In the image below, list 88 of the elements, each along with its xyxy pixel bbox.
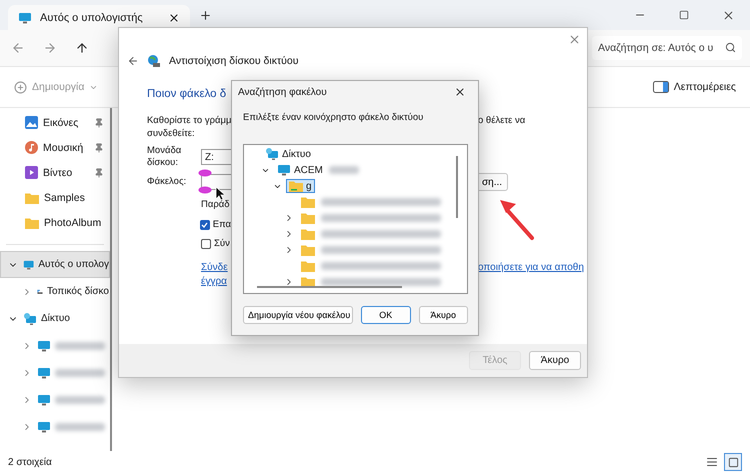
video-icon <box>25 166 38 179</box>
checkbox-label: Σύν <box>214 238 230 249</box>
checkbox-label: Επα <box>212 219 231 230</box>
folder-icon <box>25 192 39 204</box>
back-icon[interactable] <box>11 41 25 55</box>
folder-icon <box>301 228 315 240</box>
redacted-text <box>55 342 105 350</box>
new-folder-button[interactable]: Δημιουργία νέου φακέλου <box>243 306 353 324</box>
search-icon <box>725 42 736 53</box>
redacted-text <box>328 166 359 174</box>
search-field[interactable]: Αναζήτηση σε: Αυτός ο υ <box>592 36 742 60</box>
plus-icon[interactable] <box>198 8 212 22</box>
redacted-text <box>55 422 105 430</box>
network-drive-icon <box>147 54 161 68</box>
sidebar-item-label: Τοπικός δίσκο <box>47 286 109 297</box>
computer-icon <box>37 420 51 434</box>
link[interactable]: Σύνδε <box>201 262 228 273</box>
computer-icon <box>277 163 291 177</box>
sidebar-item-label: Δίκτυο <box>41 313 70 324</box>
computer-icon <box>37 366 51 380</box>
plus-icon <box>14 80 27 94</box>
link[interactable]: οποιήσετε για να αποθη <box>478 262 584 273</box>
pin-icon <box>94 142 104 152</box>
dialog-heading: Ποιον φάκελο δ <box>147 88 226 100</box>
prompt-text: Επιλέξτε έναν κοινόχρηστο φάκελο δικτύου <box>243 112 424 123</box>
folder-tree-item[interactable]: ACEM <box>274 162 326 178</box>
pin-icon <box>94 118 104 128</box>
network-icon <box>265 147 279 161</box>
tiles-icon[interactable] <box>728 456 738 468</box>
close-icon[interactable] <box>454 86 466 98</box>
forward-icon[interactable] <box>43 41 57 55</box>
checkbox[interactable] <box>200 220 210 230</box>
sidebar-item[interactable]: PhotoAlbum <box>0 210 110 235</box>
redacted-text <box>55 396 105 404</box>
up-icon[interactable] <box>75 41 89 55</box>
cancel-button[interactable]: Άκυρο <box>529 351 581 370</box>
computer-icon <box>37 338 51 352</box>
redacted-text <box>55 368 105 376</box>
dialog-title: Αντιστοίχιση δίσκου δικτύου <box>169 55 298 67</box>
folder-label: Φάκελος: <box>147 176 188 188</box>
ok-button[interactable]: OK <box>361 306 410 324</box>
scrollbar[interactable] <box>456 156 458 218</box>
list-icon[interactable] <box>706 456 718 468</box>
tiles-view-button[interactable] <box>724 453 742 471</box>
marker-icon <box>198 169 212 177</box>
sidebar-tree-item[interactable]: Τοπικός δίσκο <box>0 278 110 305</box>
instruction-text: Καθορίστε το γράμμ <box>147 115 232 126</box>
item-count: 2 στοιχεία <box>8 456 52 468</box>
instruction-text: συνδεθείτε: <box>147 128 195 139</box>
cancel-button[interactable]: Άκυρο <box>418 306 468 324</box>
folder-icon <box>301 212 315 224</box>
computer-icon <box>18 10 32 24</box>
folder-icon <box>25 216 39 228</box>
folder-tree-item[interactable]: Δίκτυο <box>262 146 314 162</box>
link[interactable]: έγγρα <box>201 276 227 287</box>
music-icon <box>25 141 38 154</box>
browse-button[interactable]: ση... <box>476 173 508 191</box>
sidebar-item[interactable]: Μουσική <box>0 135 110 160</box>
folder-icon <box>301 196 315 208</box>
window-tab[interactable]: Αυτός ο υπολογιστής <box>8 5 190 30</box>
sidebar-item-label: Αυτός ο υπολογ <box>38 259 109 270</box>
pin-icon <box>94 168 104 178</box>
folder-icon <box>301 244 315 256</box>
details-pane-icon <box>652 81 669 93</box>
folder-icon <box>301 260 315 272</box>
computer-icon <box>37 392 51 406</box>
back-icon[interactable] <box>127 55 139 67</box>
close-icon[interactable] <box>722 8 734 22</box>
sidebar-tree-item[interactable]: Δίκτυο <box>0 305 110 332</box>
drive-label: Μονάδα δίσκου: <box>147 145 182 169</box>
dialog-title: Αναζήτηση φακέλου <box>238 86 327 98</box>
sidebar-item[interactable]: Εικόνες <box>0 110 110 135</box>
close-tab-icon[interactable] <box>168 12 180 24</box>
example-text: Παράδ <box>201 199 230 210</box>
shared-folder-icon <box>289 180 303 192</box>
pictures-icon <box>25 116 38 129</box>
sidebar-tree-item[interactable]: Αυτός ο υπολογ <box>0 251 110 278</box>
marker-icon <box>198 186 212 194</box>
checkbox[interactable] <box>201 238 211 248</box>
close-button[interactable] <box>568 33 581 46</box>
maximize-icon[interactable] <box>679 10 689 20</box>
network-icon <box>23 312 37 326</box>
scrollbar[interactable] <box>257 286 402 288</box>
details-button[interactable]: Λεπτομέρειες <box>648 79 740 95</box>
sidebar-item[interactable]: Βίντεο <box>0 160 110 185</box>
sidebar-item[interactable]: Samples <box>0 185 110 210</box>
folder-tree-item[interactable]: g <box>286 179 315 193</box>
mouse-cursor-icon <box>215 186 225 201</box>
